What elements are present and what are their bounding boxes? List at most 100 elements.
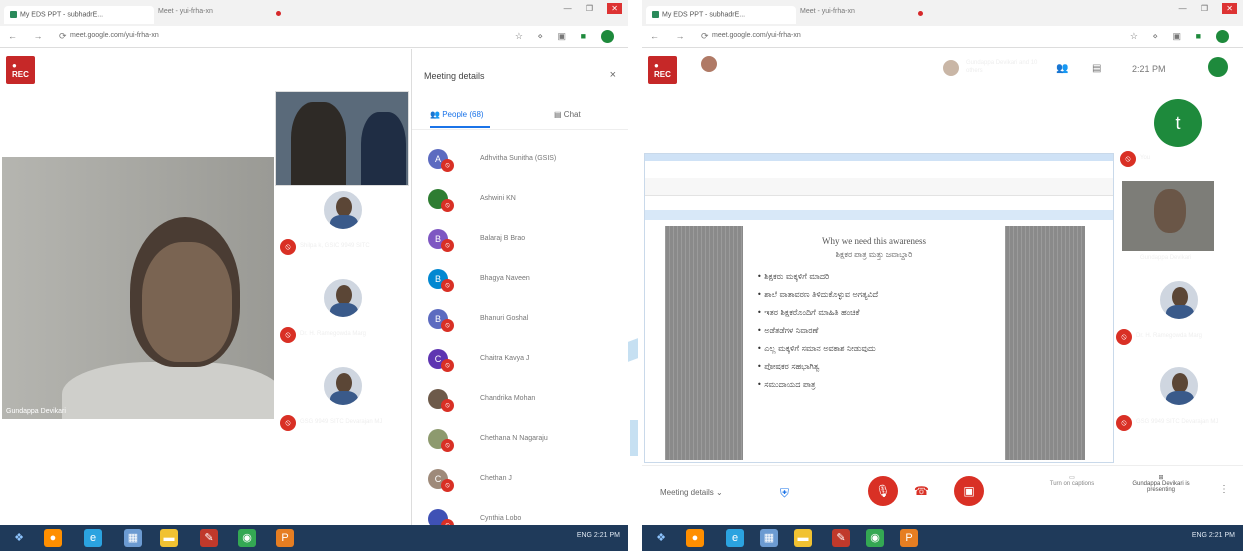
slide-bullet: ಅಡೆತಡೆಗಳ ನಿವಾರಣೆ [757,326,1005,336]
participant-tile[interactable]: ⦸ GSG 9949 SITC Devarajan MJ [1116,365,1243,440]
rec-label: REC [654,70,671,79]
extensions[interactable]: ☆ ⋄ ▣ ■ [515,31,592,42]
tab-bar: My EDS PPT - subhadrE... Meet - yui-frha… [642,0,1243,26]
list-item[interactable]: B ⦸ Bhagya Naveen [412,265,628,305]
participant-name: Bhagya Naveen [480,275,530,282]
url-field[interactable]: meet.google.com/yui-frha-xn [712,32,801,39]
start-icon[interactable]: ❖ [10,529,28,547]
hang-up-icon[interactable]: ☎ [914,484,929,498]
mic-off-icon: ⦸ [441,159,454,172]
participant-avatar [322,365,364,407]
mic-toggle-button[interactable]: 🎙 [868,476,898,506]
shield-icon[interactable]: ⛨ [780,486,789,501]
participant-tile[interactable]: ⦸ Dr. H. Ramegowda Marg [280,277,410,352]
slide-margin-left [665,226,743,460]
participant-tile[interactable]: ⦸ Dr. H. Ramegowda Marg [1116,279,1243,354]
divider [628,0,642,551]
more-options-icon[interactable]: ⋮ [1219,484,1229,495]
close-window-icon[interactable]: ✕ [607,3,622,14]
meet-controls-bar: Meeting details ⌄ ⛨ 🎙 ☎ ▣ ▭ Turn on capti… [642,465,1243,525]
clock: 2:21 PM [1132,64,1166,74]
list-item[interactable]: A ⦸ Adhvitha Sunitha (GSIS) [412,145,628,185]
powerpoint-icon[interactable]: P [276,529,294,547]
browser-tab-active[interactable]: My EDS PPT - subhadrE... [646,6,796,24]
participant-tile[interactable]: ⦸ Shilpa k, GSIC 9949 SITC [280,189,410,264]
people-list: A ⦸ Adhvitha Sunitha (GSIS) ⦸ Ashwini KN B ⦸… [412,145,628,545]
chrome-icon[interactable]: ◉ [238,529,256,547]
close-window-icon[interactable]: ✕ [1222,3,1237,14]
mic-off-icon: ⦸ [280,327,296,343]
profile-avatar[interactable] [601,30,614,43]
camera-toggle-button[interactable]: ▣ [954,476,984,506]
browser-icon[interactable]: e [84,529,102,547]
participant-name: Gundappa Devikari [1140,255,1192,261]
extensions[interactable]: ☆ ⋄ ▣ ■ [1130,31,1207,42]
folder-icon[interactable]: ▬ [794,529,812,547]
slide-margin-right [1005,226,1085,460]
list-item[interactable]: ⦸ Chandrika Mohan [412,385,628,425]
files-icon[interactable]: ▦ [124,529,142,547]
paint-icon[interactable]: ✎ [832,529,850,547]
mic-off-icon: ⦸ [280,239,296,255]
list-item[interactable]: ⦸ Chethana N Nagaraju [412,425,628,465]
captions-button[interactable]: ▭ Turn on captions [1042,474,1102,487]
meeting-details-button[interactable]: Meeting details ⌄ [660,488,723,497]
present-button[interactable]: ⊞ Gundappa Devikari is presenting [1126,474,1196,493]
participant-tile[interactable]: ⦸ GSG 9949 SITC Devarajan MJ [280,365,410,440]
nav-buttons[interactable]: ← → ⟳ [8,31,74,42]
participant-avatar [1158,365,1200,407]
powerpoint-icon[interactable]: P [900,529,918,547]
window-controls[interactable]: — ❐ ✕ [1179,3,1237,14]
mic-off-icon: ⦸ [1116,415,1132,431]
list-item[interactable]: B ⦸ Bhanuri Goshal [412,305,628,345]
browser-tab-meet[interactable]: Meet - yui-frha-xn [800,8,855,15]
profile-avatar[interactable] [1216,30,1229,43]
right-screenshot: My EDS PPT - subhadrE... Meet - yui-frha… [642,0,1243,551]
people-icon: 👥 [430,110,440,119]
slide-bullets: ಶಿಕ್ಷಕರು ಮಕ್ಕಳಿಗೆ ಮಾದರಿ ಶಾಲೆ ವಾತಾವರಣ ತಿಳ… [757,272,1005,390]
person-silhouette [361,112,406,185]
list-item[interactable]: C ⦸ Chethan J [412,465,628,505]
address-bar: ← → ⟳ meet.google.com/yui-frha-xn ☆ ⋄ ▣ … [642,26,1243,48]
firefox-icon[interactable]: ● [686,529,704,547]
close-icon[interactable]: × [610,69,616,81]
taskbar: ❖ ● e ▦ ▬ ✎ ◉ P ENG 2:21 PM [0,525,628,551]
participant-name: Dr. H. Ramegowda Marg [1136,333,1203,339]
participant-name: Chandrika Mohan [480,395,536,402]
chat-icon[interactable]: ▤ [1092,63,1101,74]
slides-icon [10,11,17,18]
chrome-icon[interactable]: ◉ [866,529,884,547]
self-tile[interactable]: t [1154,99,1202,147]
list-item[interactable]: B ⦸ Balaraj B Brao [412,225,628,265]
browser-tab-meet[interactable]: Meet - yui-frha-xn [158,8,213,15]
pinned-video-tile[interactable] [275,91,409,186]
mic-off-icon: ⦸ [441,399,454,412]
system-tray[interactable]: ENG 2:21 PM [1192,532,1235,539]
window-controls[interactable]: — ❐ ✕ [564,3,622,14]
files-icon[interactable]: ▦ [760,529,778,547]
mic-off-icon: ⦸ [441,279,454,292]
url-field[interactable]: meet.google.com/yui-frha-xn [70,32,159,39]
self-avatar [942,59,960,77]
participant-avatar [322,189,364,231]
system-tray[interactable]: ENG 2:21 PM [577,532,620,539]
panel-title: Meeting details [424,71,485,81]
participant-strip: t ⦸ You Gundappa Devikari ⦸ Dr. H. Rameg… [1114,89,1243,484]
start-icon[interactable]: ❖ [652,529,670,547]
participant-name: Cynthia Lobo [480,515,522,522]
you-presenting-chip[interactable]: Gundappa Devikari and 10 others [942,57,1042,87]
captions-label: Turn on captions [1049,481,1095,487]
firefox-icon[interactable]: ● [44,529,62,547]
tab-people[interactable]: 👥 People (68) [430,110,490,128]
folder-icon[interactable]: ▬ [160,529,178,547]
people-icon[interactable]: 👥 [1056,63,1068,74]
self-avatar[interactable] [1208,57,1228,77]
paint-icon[interactable]: ✎ [200,529,218,547]
browser-tab-active[interactable]: My EDS PPT - subhadrE... [4,6,154,24]
tab-chat[interactable]: ▤ Chat [554,110,581,119]
participant-video[interactable] [1122,181,1214,251]
list-item[interactable]: C ⦸ Chaitra Kavya J [412,345,628,385]
nav-buttons[interactable]: ← → ⟳ [650,31,716,42]
list-item[interactable]: ⦸ Ashwini KN [412,185,628,225]
browser-icon[interactable]: e [726,529,744,547]
